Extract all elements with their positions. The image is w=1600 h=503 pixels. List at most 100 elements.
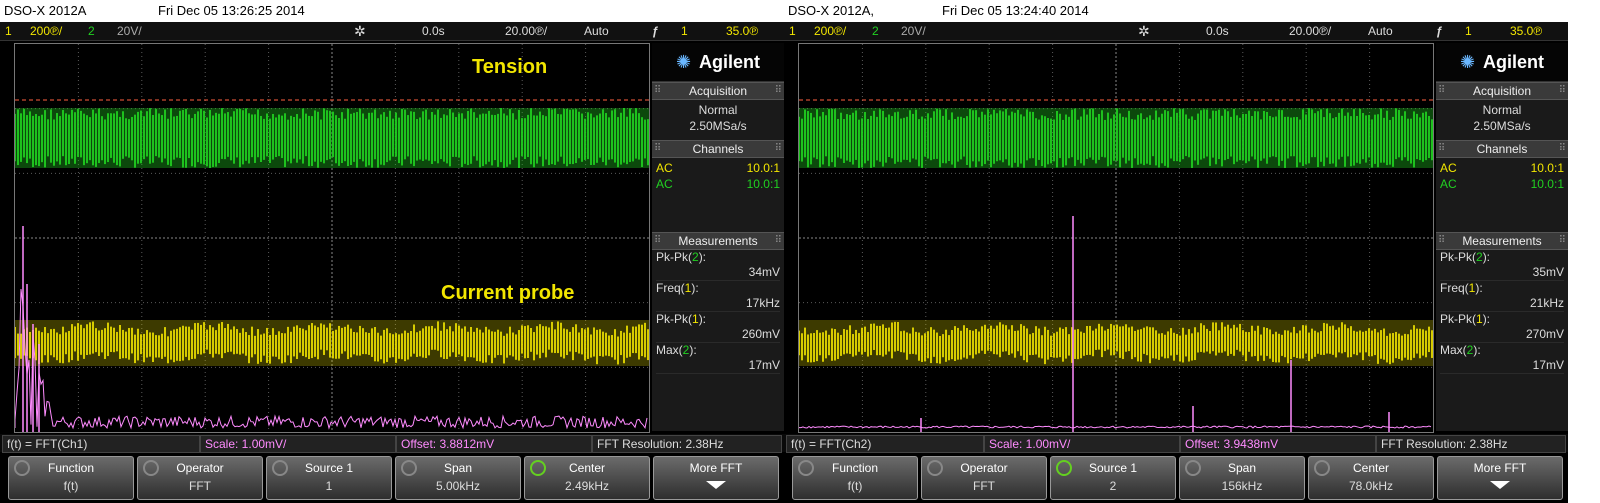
rotate-icon	[143, 460, 159, 476]
rotate-active-icon	[1056, 460, 1072, 476]
measurement-item: Pk-Pk(1): 260mV	[656, 312, 780, 343]
channel-coupling: AC	[656, 161, 673, 175]
acquisition-info: Normal 2.50MSa/s	[1436, 100, 1568, 140]
status-bar: 1 200℗/ 2 20V/ ✲ 0.0s 20.00℗/ Auto ƒ 1 3…	[784, 22, 1568, 41]
measurement-label: Max(	[1440, 343, 1467, 357]
ch1-number[interactable]: 1	[789, 22, 796, 40]
channels-header[interactable]: Channels	[652, 140, 784, 158]
timebase-value[interactable]: 20.00℗/	[1289, 22, 1331, 40]
measurement-value: 35mV	[1440, 265, 1564, 281]
acquisition-mode: Normal	[698, 103, 738, 117]
trigger-edge-icon: ƒ	[1436, 24, 1443, 38]
model-label: DSO-X 2012A	[4, 3, 87, 18]
scope-left: DSO-X 2012A Fri Dec 05 13:26:25 2014 1 2…	[0, 0, 784, 503]
measurement-label-end: ):	[1482, 312, 1491, 326]
brand-name: Agilent	[699, 52, 761, 72]
channels-list: AC 10.0:1 AC 10.0:1	[1436, 158, 1568, 232]
datetime-label: Fri Dec 05 13:26:25 2014	[158, 3, 305, 18]
measurement-value: 34mV	[656, 265, 780, 281]
softkey-function[interactable]: Function f(t)	[8, 456, 134, 500]
measurement-value: 260mV	[656, 327, 780, 343]
title-bar: DSO-X 2012A Fri Dec 05 13:26:25 2014	[0, 0, 784, 22]
softkey-title: More FFT	[689, 461, 743, 475]
fft-function: f(t) = FFT(Ch2)	[786, 435, 984, 453]
softkey-span[interactable]: Span 156kHz	[1179, 456, 1305, 500]
softkey-center[interactable]: Center 2.49kHz	[524, 456, 650, 500]
trigger-level[interactable]: 35.0℗	[1510, 22, 1542, 40]
measurement-label-end: ):	[698, 250, 707, 264]
softkey-value: f(t)	[63, 479, 79, 493]
measurement-item: Pk-Pk(2): 34mV	[656, 250, 780, 281]
measurement-channel: 1	[692, 312, 699, 326]
softkey-value: 2.49kHz	[564, 479, 610, 493]
softkey-more-fft[interactable]: More FFT	[1437, 456, 1563, 500]
run-status-icon: ✲	[1138, 23, 1150, 39]
ch1-scale[interactable]: 200℗/	[30, 22, 62, 40]
softkey-function[interactable]: Function f(t)	[792, 456, 918, 500]
measurements-header[interactable]: Measurements	[1436, 232, 1568, 250]
softkey-value: 78.0kHz	[1348, 479, 1394, 493]
rotate-icon	[272, 460, 288, 476]
timebase-value[interactable]: 20.00℗/	[505, 22, 547, 40]
ch2-scale[interactable]: 20V/	[117, 22, 142, 40]
model-label: DSO-X 2012A,	[788, 3, 874, 18]
softkey-more-fft[interactable]: More FFT	[653, 456, 779, 500]
measurement-label-end: ):	[1473, 343, 1481, 357]
side-panel: ✺ Agilent Acquisition Normal 2.50MSa/s Ch…	[652, 43, 784, 431]
fft-info-bar: f(t) = FFT(Ch1) Scale: 1.00mV/ Offset: 3…	[0, 434, 784, 453]
softkey-title: More FFT	[1473, 461, 1527, 475]
ch2-scale[interactable]: 20V/	[901, 22, 926, 40]
acquisition-info: Normal 2.50MSa/s	[652, 100, 784, 140]
softkey-value: 156kHz	[1221, 479, 1263, 493]
measurement-label: Freq(	[656, 281, 685, 295]
delay-value[interactable]: 0.0s	[1206, 22, 1229, 40]
measurements-header[interactable]: Measurements	[652, 232, 784, 250]
softkey-operator[interactable]: Operator FFT	[137, 456, 263, 500]
trigger-level[interactable]: 35.0℗	[726, 22, 758, 40]
measurement-item: Freq(1): 17kHz	[656, 281, 780, 312]
measurement-label: Pk-Pk(	[656, 250, 692, 264]
measurements-list: Pk-Pk(2): 34mV Freq(1): 17kHz Pk-Pk(1): 260…	[652, 250, 784, 374]
measurement-value: 17kHz	[656, 296, 780, 312]
channel-coupling: AC	[1440, 177, 1457, 191]
softkey-operator[interactable]: Operator FFT	[921, 456, 1047, 500]
measurements-list: Pk-Pk(2): 35mV Freq(1): 21kHz Pk-Pk(1): 270…	[1436, 250, 1568, 374]
measurement-channel: 2	[1476, 250, 1483, 264]
delay-value[interactable]: 0.0s	[422, 22, 445, 40]
datetime-label: Fri Dec 05 13:24:40 2014	[942, 3, 1089, 18]
measurement-item: Pk-Pk(1): 270mV	[1440, 312, 1564, 343]
measurement-channel: 2	[692, 250, 699, 264]
trigger-mode[interactable]: Auto	[584, 22, 609, 40]
fft-offset: Offset: 3.8812mV	[396, 435, 592, 453]
ch2-number[interactable]: 2	[872, 22, 879, 40]
waveform-display[interactable]	[798, 43, 1434, 433]
softkey-source1[interactable]: Source 11	[266, 456, 392, 500]
rotate-icon	[1314, 460, 1330, 476]
fft-resolution: FFT Resolution: 2.38Hz	[592, 435, 782, 453]
trigger-edge-icon: ƒ	[652, 24, 659, 38]
ch2-number[interactable]: 2	[88, 22, 95, 40]
acquisition-header[interactable]: Acquisition	[1436, 82, 1568, 100]
acquisition-mode: Normal	[1482, 103, 1522, 117]
channel-row-1: AC 10.0:1	[1436, 160, 1568, 176]
trigger-source[interactable]: 1	[1465, 22, 1472, 40]
softkey-center[interactable]: Center 78.0kHz	[1308, 456, 1434, 500]
softkey-row: Function f(t) Operator FFT Source 12 Span 1…	[784, 454, 1568, 503]
trigger-source[interactable]: 1	[681, 22, 688, 40]
down-arrow-icon	[1490, 481, 1510, 489]
channel-row-2: AC 10.0:1	[1436, 176, 1568, 192]
ch1-number[interactable]: 1	[5, 22, 12, 40]
acquisition-header[interactable]: Acquisition	[652, 82, 784, 100]
measurement-label-end: ):	[1482, 250, 1491, 264]
measurement-label-end: ):	[691, 281, 699, 295]
softkey-value: FFT	[189, 479, 211, 493]
trigger-mode[interactable]: Auto	[1368, 22, 1393, 40]
waveform-display[interactable]: Tension Current probe	[14, 43, 650, 433]
softkey-span[interactable]: Span 5.00kHz	[395, 456, 521, 500]
scope-right: DSO-X 2012A, Fri Dec 05 13:24:40 2014 1 …	[784, 0, 1568, 503]
channels-header[interactable]: Channels	[1436, 140, 1568, 158]
rotate-icon	[927, 460, 943, 476]
ch1-scale[interactable]: 200℗/	[814, 22, 846, 40]
softkey-source1[interactable]: Source 12	[1050, 456, 1176, 500]
measurement-label-end: ):	[689, 343, 697, 357]
